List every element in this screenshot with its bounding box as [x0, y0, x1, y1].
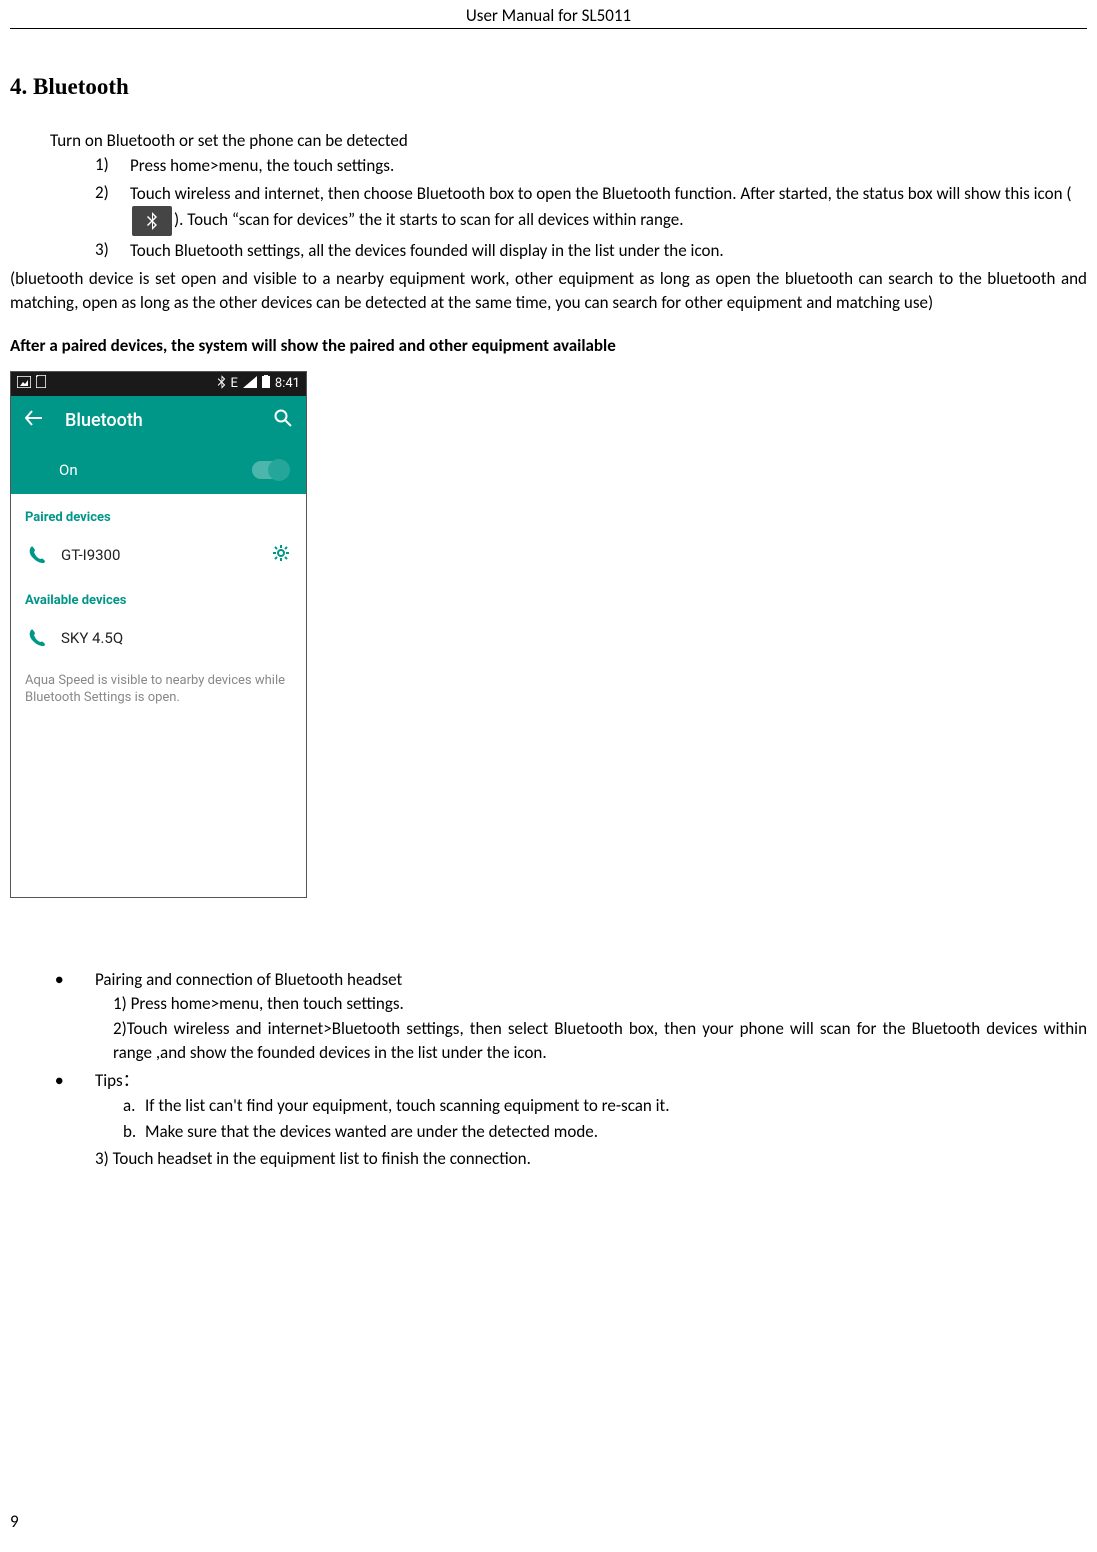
phone-icon	[27, 546, 61, 564]
bluetooth-toggle-row[interactable]: On	[11, 446, 306, 494]
sim-icon	[36, 375, 46, 392]
phone-icon	[27, 629, 61, 647]
list-text: Press home>menu, the touch settings.	[130, 154, 1087, 179]
search-icon[interactable]	[274, 409, 292, 432]
list-number: 1)	[95, 154, 130, 179]
battery-icon	[262, 375, 270, 392]
available-device-row[interactable]: SKY 4.5Q	[11, 616, 306, 660]
note-paragraph: (bluetooth device is set open and visibl…	[10, 267, 1087, 315]
bullet-icon: ●	[55, 1069, 95, 1172]
signal-letter: E	[231, 376, 238, 391]
tip-marker: a.	[123, 1094, 145, 1119]
app-title: Bluetooth	[65, 410, 143, 431]
list-text: Touch wireless and internet, then choose…	[130, 182, 1087, 237]
intro-text: Turn on Bluetooth or set the phone can b…	[50, 130, 1087, 151]
device-name: GT-I9300	[61, 546, 272, 564]
image-icon	[17, 376, 31, 392]
pairing-step: 2)Touch wireless and internet>Bluetooth …	[113, 1017, 1087, 1066]
text-part: ). Touch “scan for devices” the it start…	[174, 209, 684, 230]
toggle-switch[interactable]	[252, 461, 288, 479]
list-number: 3)	[95, 239, 130, 264]
bluetooth-status-icon	[132, 206, 172, 236]
status-bar: E 8:41	[11, 372, 306, 396]
tips-heading: Tips：	[95, 1069, 1087, 1094]
text-part: Touch wireless and internet, then choose…	[130, 183, 1072, 204]
bullet-icon: ●	[55, 968, 95, 1067]
paired-device-row[interactable]: GT-I9300	[11, 533, 306, 577]
on-label: On	[59, 461, 78, 479]
pairing-heading: Pairing and connection of Bluetooth head…	[95, 968, 1087, 993]
pairing-step: 3) Touch headset in the equipment list t…	[95, 1147, 1087, 1172]
paired-devices-label: Paired devices	[11, 494, 306, 533]
bulleted-section: ● Pairing and connection of Bluetooth he…	[55, 968, 1087, 1172]
status-time: 8:41	[275, 376, 300, 391]
tip-text: Make sure that the devices wanted are un…	[145, 1120, 598, 1145]
tip-marker: b.	[123, 1120, 145, 1145]
signal-icon	[243, 376, 257, 392]
page-header: User Manual for SL5011	[10, 0, 1087, 29]
subheading: After a paired devices, the system will …	[10, 335, 1087, 356]
device-name: SKY 4.5Q	[61, 629, 290, 647]
app-bar: Bluetooth	[11, 396, 306, 446]
numbered-list: 1) Press home>menu, the touch settings. …	[95, 154, 1087, 264]
gear-icon[interactable]	[272, 544, 290, 566]
list-text: Touch Bluetooth settings, all the device…	[130, 239, 1087, 264]
back-icon[interactable]	[25, 409, 43, 432]
section-title: 4. Bluetooth	[10, 74, 1087, 100]
phone-screenshot: E 8:41 Bluetooth On Paired devices GT-I9…	[10, 371, 307, 898]
visibility-note: Aqua Speed is visible to nearby devices …	[11, 660, 306, 719]
page-number: 9	[10, 1511, 19, 1532]
pairing-step: 1) Press home>menu, then touch settings.	[113, 992, 1087, 1017]
available-devices-label: Available devices	[11, 577, 306, 616]
list-number: 2)	[95, 182, 130, 237]
bluetooth-icon	[217, 375, 226, 393]
tip-text: If the list can't find your equipment, t…	[145, 1094, 670, 1119]
